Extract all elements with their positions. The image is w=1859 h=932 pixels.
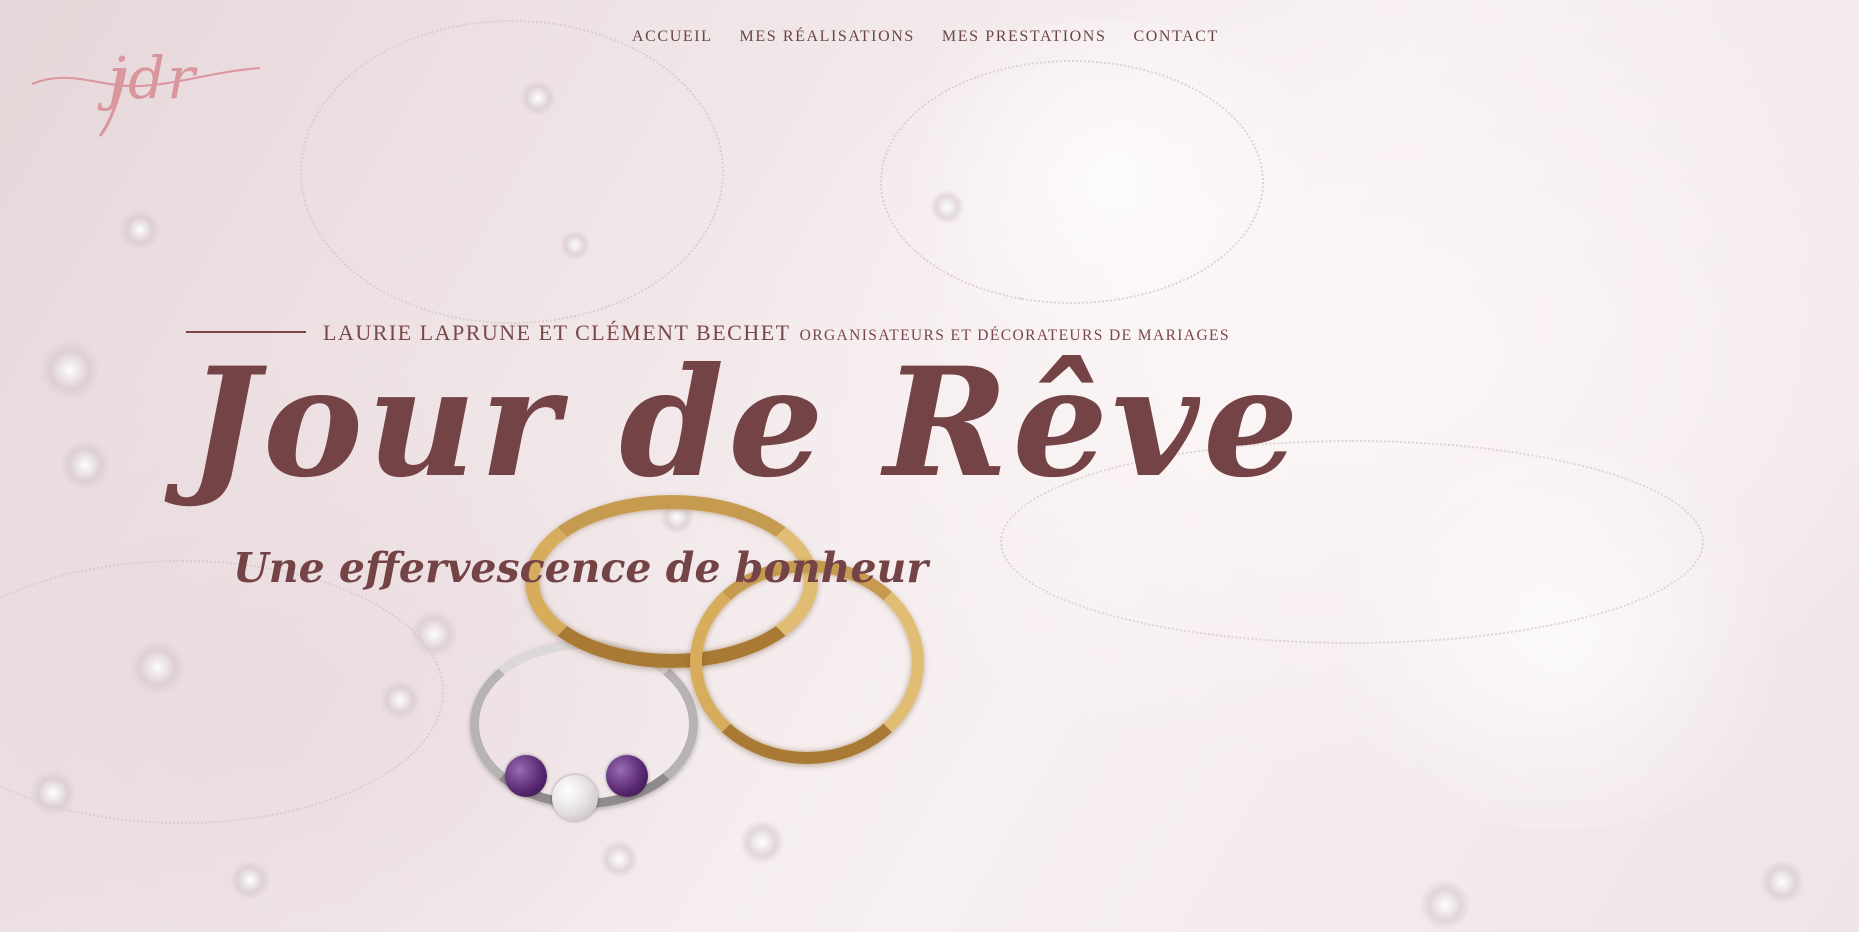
hero-title: Jour de Rêve (188, 335, 1303, 511)
nav-link-accueil[interactable]: ACCUEIL (632, 28, 713, 45)
logo-link[interactable]: jdr (30, 28, 280, 138)
hero-subtitle: Une effervescence de bonheur (233, 544, 928, 592)
logo-text: jdr (108, 44, 197, 112)
main-navigation: ACCUEIL MES RÉALISATIONS MES PRESTATIONS… (632, 28, 1219, 46)
tagline-divider (186, 331, 306, 333)
nav-link-realisations[interactable]: MES RÉALISATIONS (740, 28, 915, 45)
nav-item-contact: CONTACT (1133, 28, 1218, 46)
nav-item-realisations: MES RÉALISATIONS (740, 28, 915, 46)
nav-item-prestations: MES PRESTATIONS (942, 28, 1107, 46)
nav-link-prestations[interactable]: MES PRESTATIONS (942, 28, 1107, 45)
nav-item-accueil: ACCUEIL (632, 28, 713, 46)
nav-link-contact[interactable]: CONTACT (1133, 28, 1218, 45)
